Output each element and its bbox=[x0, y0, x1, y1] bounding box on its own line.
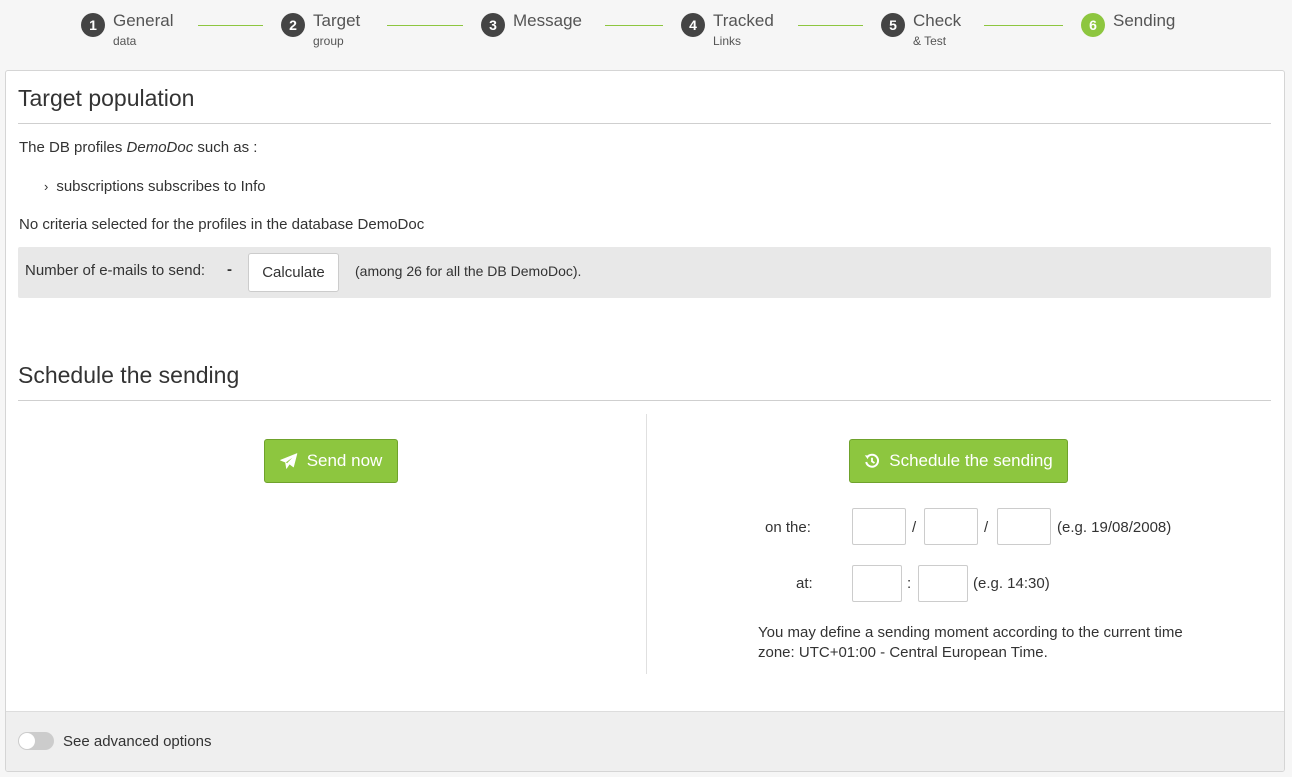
step-sublabel: group bbox=[313, 34, 344, 48]
step-number: 5 bbox=[881, 13, 905, 37]
column-divider bbox=[646, 414, 647, 674]
divider bbox=[18, 400, 1271, 401]
step-tracked-links[interactable]: 4 Tracked Links bbox=[681, 12, 774, 47]
schedule-sending-label: Schedule the sending bbox=[889, 451, 1053, 470]
schedule-title: Schedule the sending bbox=[18, 362, 240, 388]
minute-input[interactable] bbox=[918, 565, 968, 602]
wizard-steps: 1 General data 2 Target group 3 Message 4 … bbox=[0, 0, 1292, 70]
date-separator: / bbox=[912, 519, 917, 536]
target-intro: The DB profiles DemoDoc such as : bbox=[19, 139, 257, 156]
divider bbox=[18, 123, 1271, 124]
step-label: Target bbox=[313, 11, 361, 30]
chevron-right-icon: › bbox=[44, 179, 49, 194]
timezone-note: You may define a sending moment accordin… bbox=[758, 623, 1183, 663]
intro-db-name: DemoDoc bbox=[126, 139, 194, 156]
day-input[interactable] bbox=[852, 508, 906, 545]
month-input[interactable] bbox=[924, 508, 978, 545]
step-connector bbox=[198, 25, 263, 26]
calculate-button[interactable]: Calculate bbox=[248, 253, 339, 292]
step-general[interactable]: 1 General data bbox=[81, 12, 173, 47]
step-connector bbox=[387, 25, 463, 26]
step-connector bbox=[605, 25, 663, 26]
step-sending[interactable]: 6 Sending bbox=[1081, 12, 1175, 37]
advanced-options-bar: See advanced options bbox=[6, 711, 1284, 771]
send-now-label: Send now bbox=[306, 451, 383, 470]
year-input[interactable] bbox=[997, 508, 1051, 545]
history-icon bbox=[865, 453, 880, 468]
step-label: Message bbox=[513, 11, 582, 30]
timezone-note-line: You may define a sending moment accordin… bbox=[758, 624, 1183, 641]
step-connector bbox=[984, 25, 1063, 26]
step-message[interactable]: 3 Message bbox=[481, 12, 582, 37]
intro-prefix: The DB profiles bbox=[19, 139, 123, 156]
date-example: (e.g. 19/08/2008) bbox=[1057, 519, 1172, 536]
toggle-knob bbox=[19, 733, 35, 749]
date-separator: / bbox=[984, 519, 989, 536]
step-sublabel: Links bbox=[713, 34, 742, 48]
main-panel: Target population The DB profiles DemoDo… bbox=[5, 70, 1285, 772]
step-number: 1 bbox=[81, 13, 105, 37]
step-check-test[interactable]: 5 Check & Test bbox=[881, 12, 961, 47]
step-label: Sending bbox=[1113, 11, 1176, 30]
step-sublabel: & Test bbox=[913, 34, 947, 48]
email-count-value: - bbox=[227, 261, 232, 278]
criterion-text: subscriptions subscribes to Info bbox=[56, 178, 266, 195]
no-criteria-text: No criteria selected for the profiles in… bbox=[19, 216, 425, 233]
target-population-title: Target population bbox=[18, 85, 195, 111]
step-number: 2 bbox=[281, 13, 305, 37]
on-the-label: on the: bbox=[765, 519, 811, 536]
paper-plane-icon bbox=[279, 453, 297, 469]
step-label: Tracked bbox=[713, 11, 774, 30]
among-total-text: (among 26 for all the DB DemoDoc). bbox=[355, 263, 582, 279]
at-label: at: bbox=[796, 575, 813, 592]
hour-input[interactable] bbox=[852, 565, 902, 602]
step-number: 3 bbox=[481, 13, 505, 37]
email-count-bar: Number of e-mails to send: - Calculate (… bbox=[18, 247, 1271, 298]
time-separator: : bbox=[907, 575, 912, 592]
step-number: 6 bbox=[1081, 13, 1105, 37]
time-example: (e.g. 14:30) bbox=[973, 575, 1050, 592]
schedule-sending-button[interactable]: Schedule the sending bbox=[849, 439, 1068, 483]
step-sublabel: data bbox=[113, 34, 137, 48]
step-label: General bbox=[113, 11, 174, 30]
advanced-options-toggle[interactable] bbox=[18, 732, 54, 750]
timezone-note-line: zone: UTC+01:00 - Central European Time. bbox=[758, 644, 1048, 661]
step-connector bbox=[798, 25, 863, 26]
step-label: Check bbox=[913, 11, 962, 30]
send-now-button[interactable]: Send now bbox=[264, 439, 398, 483]
step-number: 4 bbox=[681, 13, 705, 37]
advanced-options-label: See advanced options bbox=[63, 733, 212, 750]
criterion-item: › subscriptions subscribes to Info bbox=[44, 178, 266, 195]
step-target[interactable]: 2 Target group bbox=[281, 12, 360, 47]
intro-suffix: such as : bbox=[197, 139, 258, 156]
email-count-label: Number of e-mails to send: bbox=[25, 262, 206, 279]
